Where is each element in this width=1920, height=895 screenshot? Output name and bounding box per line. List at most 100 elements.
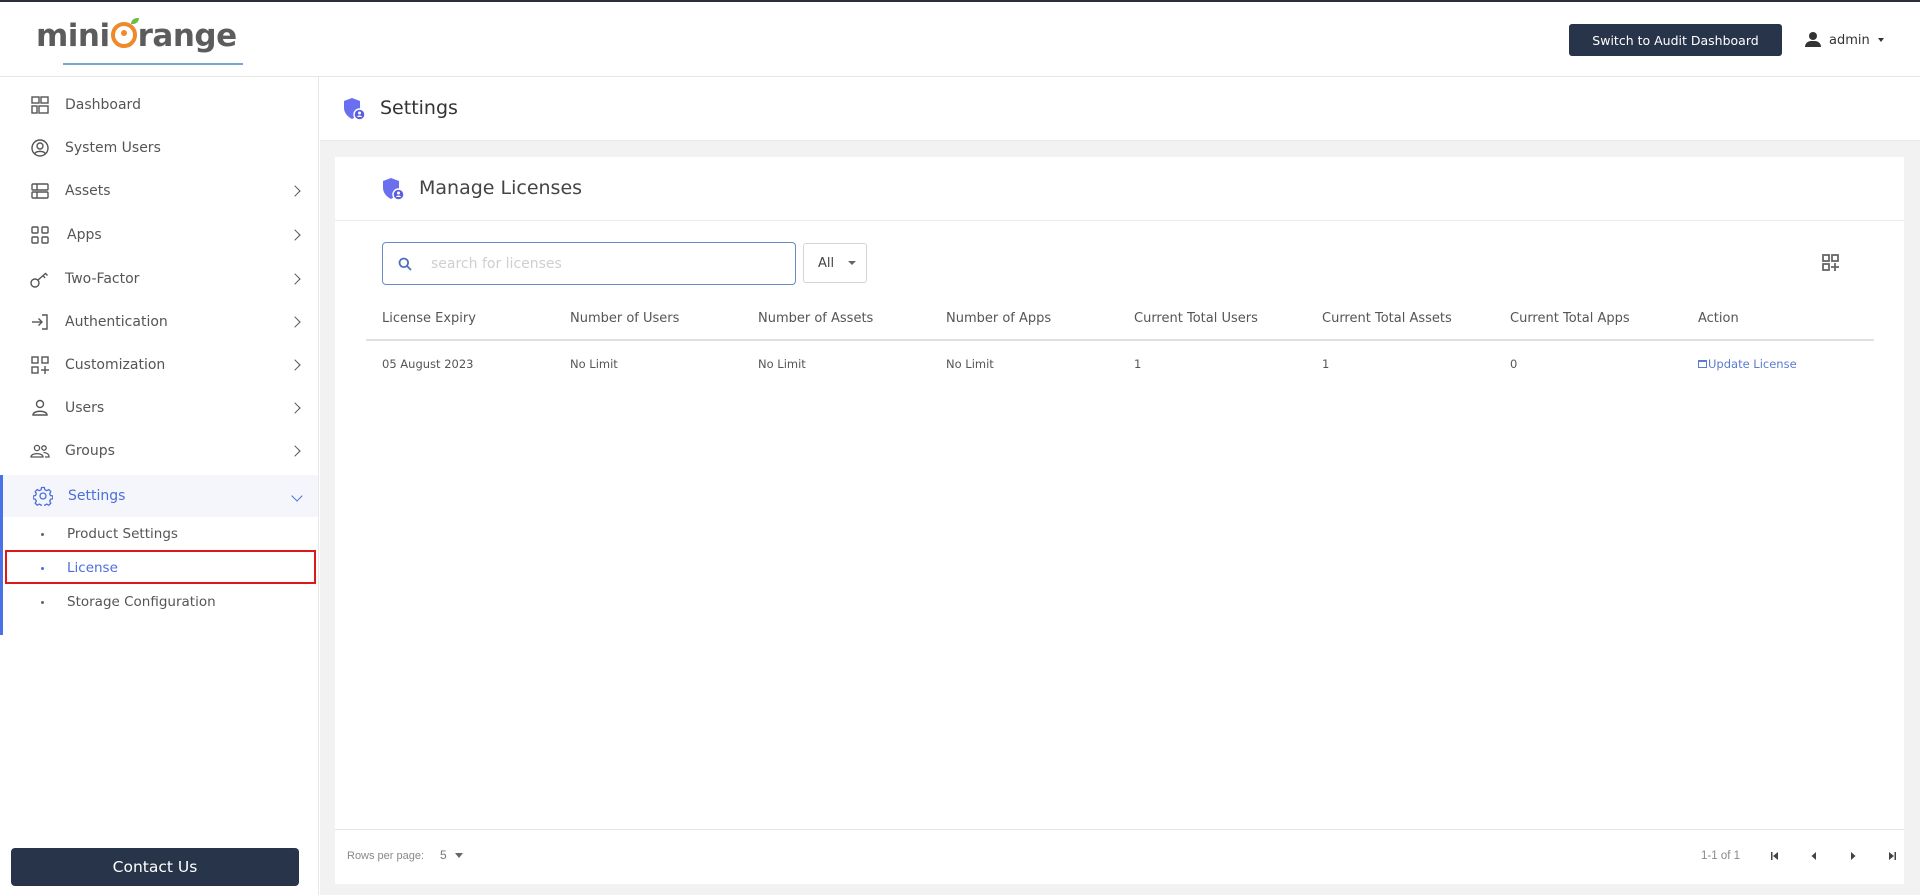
login-icon <box>30 312 50 332</box>
sidebar-item-label: Customization <box>65 357 166 373</box>
filter-selected-value: All <box>818 255 835 271</box>
table-pagination: Rows per page: 5 1-1 of 1 <box>335 829 1904 884</box>
previous-page-button[interactable] <box>1804 846 1824 866</box>
user-circle-icon <box>30 138 50 158</box>
sidebar-item-groups[interactable]: Groups <box>0 431 318 471</box>
sidebar-item-label: Users <box>65 400 105 416</box>
rows-per-page-label: Rows per page: <box>347 850 425 862</box>
chevron-right-icon <box>289 359 301 371</box>
first-page-icon <box>1771 852 1778 860</box>
user-icon <box>30 398 50 418</box>
switch-to-audit-dashboard-button[interactable]: Switch to Audit Dashboard <box>1569 24 1782 56</box>
first-page-button[interactable] <box>1765 846 1785 866</box>
main-content: Settings Manage Licenses All License Exp… <box>320 77 1920 895</box>
chevron-right-icon <box>289 273 301 285</box>
assets-icon <box>30 181 50 201</box>
sidebar-subitem-storage-configuration[interactable]: Storage Configuration <box>0 585 318 619</box>
column-header-current-total-users[interactable]: Current Total Users <box>1134 311 1258 326</box>
sidebar-item-assets[interactable]: Assets <box>0 171 318 211</box>
column-header-number-of-users[interactable]: Number of Users <box>570 311 679 326</box>
sidebar-item-label: Two-Factor <box>65 271 140 287</box>
column-header-number-of-apps[interactable]: Number of Apps <box>946 311 1051 326</box>
sidebar-item-label: Assets <box>65 183 111 199</box>
cell-license-expiry: 05 August 2023 <box>382 357 474 371</box>
bullet-icon <box>41 600 44 604</box>
column-header-current-total-apps[interactable]: Current Total Apps <box>1510 311 1630 326</box>
sidebar-subitem-product-settings[interactable]: Product Settings <box>0 517 318 551</box>
cell-current-total-users: 1 <box>1134 357 1142 371</box>
sidebar-item-label: System Users <box>65 140 161 156</box>
sidebar-item-label: Authentication <box>65 314 168 330</box>
table-row: 05 August 2023 No Limit No Limit No Limi… <box>366 341 1874 385</box>
shield-user-icon <box>381 177 405 201</box>
sidebar-item-authentication[interactable]: Authentication <box>0 302 318 342</box>
cell-number-of-apps: No Limit <box>946 357 994 371</box>
license-highlight-box <box>5 550 316 584</box>
gear-icon <box>33 486 53 506</box>
last-page-button[interactable] <box>1882 846 1902 866</box>
sidebar-item-apps[interactable]: Apps <box>0 215 318 255</box>
sidebar-item-label: Apps <box>67 227 102 243</box>
shield-user-icon <box>342 97 366 121</box>
cell-current-total-assets: 1 <box>1322 357 1330 371</box>
cell-current-total-apps: 0 <box>1510 357 1518 371</box>
logo-text-left: mini <box>36 18 110 54</box>
caret-down-icon <box>848 261 857 265</box>
chevron-right-icon <box>289 229 301 241</box>
manage-licenses-card: Manage Licenses All License Expiry Numbe… <box>335 157 1904 884</box>
user-icon <box>1805 32 1821 48</box>
chevron-right-icon <box>289 185 301 197</box>
card-header: Manage Licenses <box>335 157 1904 221</box>
user-menu[interactable]: admin <box>1805 28 1884 52</box>
previous-page-icon <box>1811 852 1816 860</box>
page-header: Settings <box>320 77 1920 141</box>
dashboard-icon <box>30 95 50 115</box>
search-icon <box>398 256 412 271</box>
contact-us-button[interactable]: Contact Us <box>11 848 299 886</box>
cell-number-of-assets: No Limit <box>758 357 806 371</box>
top-bar: mini range Switch to Audit Dashboard admi… <box>0 0 1920 77</box>
search-input[interactable] <box>431 253 781 275</box>
caret-down-icon <box>454 852 463 858</box>
page-title: Settings <box>380 97 458 119</box>
logo-underline <box>63 63 243 65</box>
minirange-logo[interactable]: mini range <box>36 16 243 66</box>
filter-select[interactable]: All <box>803 243 867 283</box>
cell-number-of-users: No Limit <box>570 357 618 371</box>
last-page-icon <box>1889 852 1896 860</box>
column-customize-icon[interactable] <box>1822 254 1840 272</box>
next-page-icon <box>1851 852 1856 860</box>
groups-icon <box>30 441 50 461</box>
sidebar-item-label: Dashboard <box>65 97 141 113</box>
next-page-button[interactable] <box>1843 846 1863 866</box>
update-license-link[interactable]: Update License <box>1698 357 1797 371</box>
sidebar-item-customization[interactable]: Customization <box>0 345 318 385</box>
column-header-current-total-assets[interactable]: Current Total Assets <box>1322 311 1452 326</box>
rows-per-page-select[interactable]: 5 <box>440 848 463 862</box>
search-box[interactable] <box>382 242 796 285</box>
logo-orange-icon <box>110 18 139 48</box>
update-license-label: Update License <box>1708 357 1797 371</box>
bullet-icon <box>41 532 44 536</box>
window-icon <box>1698 360 1707 368</box>
chevron-right-icon <box>289 402 301 414</box>
sidebar-item-users[interactable]: Users <box>0 388 318 428</box>
chevron-right-icon <box>289 316 301 328</box>
caret-down-icon <box>1877 38 1884 42</box>
pagination-range: 1-1 of 1 <box>1701 850 1740 862</box>
sidebar-item-system-users[interactable]: System Users <box>0 128 318 168</box>
key-icon <box>30 269 50 289</box>
card-title: Manage Licenses <box>419 177 583 199</box>
column-header-license-expiry[interactable]: License Expiry <box>382 311 476 326</box>
sidebar-item-settings[interactable]: Settings <box>0 475 318 517</box>
rows-per-page-value: 5 <box>440 848 447 862</box>
sidebar-subitem-label: Product Settings <box>67 526 178 542</box>
sidebar-item-label: Settings <box>68 488 126 504</box>
sidebar-item-two-factor[interactable]: Two-Factor <box>0 259 318 299</box>
chevron-down-icon <box>291 490 303 502</box>
sidebar-item-dashboard[interactable]: Dashboard <box>0 85 318 125</box>
sidebar-item-label: Groups <box>65 443 115 459</box>
column-header-number-of-assets[interactable]: Number of Assets <box>758 311 873 326</box>
sidebar: Dashboard System Users Assets Apps Two-F… <box>0 77 319 895</box>
apps-grid-icon <box>30 225 50 245</box>
